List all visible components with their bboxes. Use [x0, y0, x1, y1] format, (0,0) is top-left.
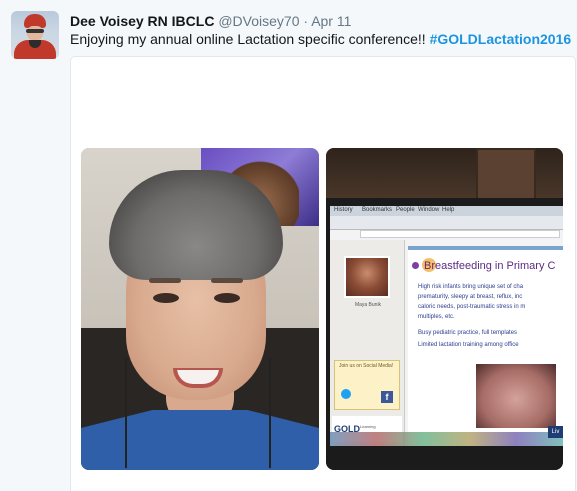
tweet-header: Dee Voisey RN IBCLC @DVoisey70 · Apr 11	[70, 12, 351, 30]
browser-url-bar	[360, 230, 560, 238]
menu-history: History	[334, 207, 353, 213]
avatar-glasses	[26, 29, 44, 33]
facebook-icon: f	[381, 391, 393, 403]
tweet-text-body: Enjoying my annual online Lactation spec…	[70, 31, 430, 47]
twitter-icon	[341, 389, 351, 399]
browser-tab-bar	[330, 216, 563, 230]
slide-bullet: Limited lactation training among office	[418, 342, 519, 348]
hashtag-link[interactable]: #GOLDLactation2016	[430, 31, 572, 47]
separator-dot: ·	[303, 13, 309, 29]
menu-bookmarks: Bookmarks	[362, 207, 393, 213]
os-dock	[330, 432, 563, 446]
photo-selfie[interactable]	[81, 148, 319, 470]
slide-title: Breastfeeding in Primary C	[424, 260, 556, 272]
photo-eye-right	[214, 293, 240, 303]
earbud-cord-left	[125, 358, 127, 468]
tweet-text: Enjoying my annual online Lactation spec…	[70, 30, 571, 48]
avatar[interactable]	[11, 11, 59, 59]
live-badge: Liv	[548, 426, 563, 438]
webinar-side-panel: Maya Bunik Join us on Social Media! f GO…	[330, 240, 405, 446]
monitor-screen: History Bookmarks People Window Help May…	[330, 206, 563, 446]
speaker-name: Maya Bunik	[354, 302, 382, 308]
menu-window: Window	[418, 207, 440, 213]
photo-monitor[interactable]: History Bookmarks People Window Help May…	[326, 148, 563, 470]
menu-help: Help	[442, 207, 455, 213]
tweet[interactable]: Dee Voisey RN IBCLC @DVoisey70 · Apr 11 …	[0, 0, 577, 491]
presentation-slide: Breastfeeding in Primary C High risk inf…	[408, 246, 563, 446]
slide-baby-photo	[476, 364, 556, 428]
slide-bullet: caloric needs, post-traumatic stress in …	[418, 304, 526, 310]
speaker-photo	[344, 256, 390, 298]
slide-bullet: High risk infants bring unique set of ch…	[418, 284, 524, 290]
menu-people: People	[396, 207, 415, 213]
slide-top-bar	[408, 246, 563, 250]
author-handle[interactable]: @DVoisey70	[218, 13, 299, 29]
photo-brow-left	[149, 278, 181, 283]
slide-bullet: Busy pediatric practice, full templates	[418, 330, 518, 336]
os-menu-bar: History Bookmarks People Window Help	[330, 206, 563, 216]
gold-subtitle: Learning	[360, 424, 376, 429]
photo-door	[476, 148, 536, 204]
slide-bullet-dot	[412, 262, 419, 269]
social-media-box: Join us on Social Media! f	[334, 360, 400, 410]
social-title: Join us on Social Media!	[339, 363, 394, 369]
tweet-date[interactable]: Apr 11	[311, 13, 351, 29]
earbud-cord-right	[269, 358, 271, 468]
photo-eye-left	[153, 293, 179, 303]
slide-bullet: prematurity, sleepy at breast, reflux, i…	[418, 294, 523, 300]
author-name[interactable]: Dee Voisey RN IBCLC	[70, 13, 214, 29]
photo-hair	[109, 170, 283, 280]
slide-bullet: multiples, etc.	[418, 314, 455, 320]
photo-brow-right	[211, 278, 243, 283]
